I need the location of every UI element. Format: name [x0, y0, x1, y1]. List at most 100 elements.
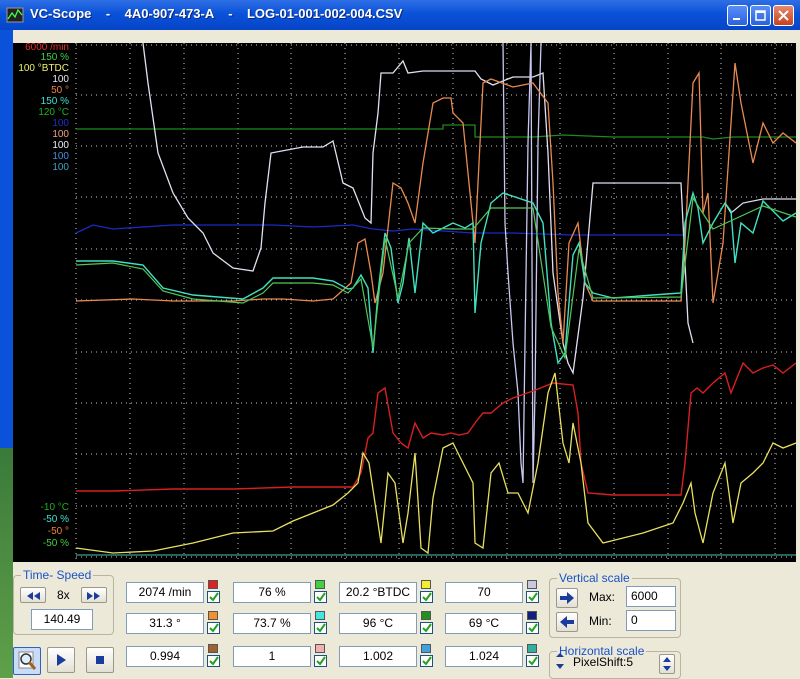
- channel-color-swatch: [527, 644, 537, 653]
- checkmark-icon: [528, 623, 538, 633]
- channel-color-swatch: [315, 611, 325, 620]
- channel-visible-checkbox[interactable]: [314, 591, 327, 603]
- pixelshift-spinner[interactable]: [659, 654, 675, 674]
- channel-value: 2074 /min: [126, 582, 204, 603]
- axis-label: -50 %: [42, 538, 69, 549]
- min-input[interactable]: 0: [626, 610, 676, 631]
- checkmark-icon: [422, 592, 432, 602]
- channel-value: 31.3 °: [126, 613, 204, 634]
- trace-coolant-temp: [76, 124, 796, 140]
- app-icon: [6, 7, 24, 23]
- checkmark-icon: [528, 656, 538, 666]
- axis-label: 100 °BTDC: [18, 63, 69, 74]
- channel-value: 70: [445, 582, 523, 603]
- desktop-wallpaper: [0, 448, 13, 678]
- axis-label: 100: [52, 140, 69, 151]
- channel-value: 0.994: [126, 646, 204, 667]
- arrow-right-icon: [560, 592, 574, 604]
- axis-label: 100: [52, 162, 69, 173]
- play-icon: [57, 654, 66, 666]
- channel-color-swatch: [421, 611, 431, 620]
- checkmark-icon: [209, 656, 219, 666]
- max-input[interactable]: 6000: [626, 586, 676, 607]
- fast-rewind-icon: [27, 592, 40, 600]
- desktop-edge: [0, 30, 13, 678]
- pixelshift-value: PixelShift:5: [573, 655, 634, 669]
- forward-button[interactable]: [81, 587, 107, 603]
- time-speed-title: Time- Speed: [21, 568, 94, 582]
- scale-down-button[interactable]: [556, 612, 578, 632]
- channel-value: 96 °C: [339, 613, 417, 634]
- control-panel: Time- Speed 8x 140.49 2074 /min 76 % 20.2 …: [13, 562, 800, 679]
- trace-white: [142, 43, 694, 376]
- arrow-left-icon: [560, 616, 574, 628]
- axis-label: 150 %: [40, 52, 69, 63]
- scope-display[interactable]: 6000 /min 150 % 100 °BTDC 100 50 ° 150 %…: [13, 43, 796, 562]
- scale-up-button[interactable]: [556, 588, 578, 608]
- channel-visible-checkbox[interactable]: [314, 655, 327, 667]
- stop-icon: [96, 656, 104, 664]
- rewind-button[interactable]: [20, 587, 46, 603]
- time-field[interactable]: 140.49: [31, 609, 93, 630]
- trace-blue: [75, 224, 683, 236]
- axis-label: 100: [52, 118, 69, 129]
- channel-color-swatch: [208, 644, 218, 653]
- channel-value: 1.024: [445, 646, 523, 667]
- minimize-button[interactable]: [727, 5, 748, 26]
- checkmark-icon: [316, 623, 326, 633]
- channel-visible-checkbox[interactable]: [420, 622, 433, 634]
- axis-label: 100: [52, 151, 69, 162]
- axis-label: -50 %: [42, 514, 69, 525]
- checkmark-icon: [528, 592, 538, 602]
- channel-color-swatch: [421, 644, 431, 653]
- axis-label: -10 °C: [40, 502, 69, 513]
- title-bar[interactable]: VC-Scope - 4A0-907-473-A - LOG-01-001-00…: [0, 0, 800, 30]
- vertical-scale-title: Vertical scale: [557, 571, 632, 585]
- channel-visible-checkbox[interactable]: [420, 655, 433, 667]
- up-down-arrows-icon: [556, 653, 564, 669]
- magnifier-icon: [18, 651, 37, 670]
- axis-label: 150 %: [40, 96, 69, 107]
- channel-color-swatch: [315, 644, 325, 653]
- checkmark-icon: [316, 656, 326, 666]
- channel-visible-checkbox[interactable]: [526, 622, 539, 634]
- minimize-icon: [733, 18, 740, 20]
- channel-visible-checkbox[interactable]: [207, 655, 220, 667]
- spinner-icon: [663, 657, 671, 671]
- zoom-button[interactable]: [13, 647, 41, 675]
- checkmark-icon: [209, 623, 219, 633]
- channel-visible-checkbox[interactable]: [526, 591, 539, 603]
- channel-color-swatch: [208, 611, 218, 620]
- play-button[interactable]: [47, 647, 75, 673]
- channel-visible-checkbox[interactable]: [314, 622, 327, 634]
- scale-left-arrow[interactable]: [554, 653, 568, 673]
- speed-value: 8x: [57, 588, 70, 602]
- channel-color-swatch: [527, 611, 537, 620]
- channel-color-swatch: [208, 580, 218, 589]
- channel-value: 1: [233, 646, 311, 667]
- channel-visible-checkbox[interactable]: [420, 591, 433, 603]
- checkmark-icon: [209, 592, 219, 602]
- maximize-button[interactable]: [750, 5, 771, 26]
- checkmark-icon: [422, 656, 432, 666]
- axis-label: 100: [52, 129, 69, 140]
- channel-visible-checkbox[interactable]: [207, 622, 220, 634]
- close-button[interactable]: [773, 5, 794, 26]
- min-label: Min:: [589, 614, 612, 628]
- window-title: VC-Scope - 4A0-907-473-A - LOG-01-001-00…: [30, 6, 403, 21]
- axis-label: 50 °: [51, 85, 69, 96]
- channel-value: 1.002: [339, 646, 417, 667]
- stop-button[interactable]: [86, 647, 114, 673]
- scope-traces: [75, 43, 796, 562]
- axis-label: 120 °C: [38, 107, 69, 118]
- channel-value: 69 °C: [445, 613, 523, 634]
- channel-value: 20.2 °BTDC: [339, 582, 417, 603]
- checkmark-icon: [316, 592, 326, 602]
- channel-visible-checkbox[interactable]: [207, 591, 220, 603]
- channel-color-swatch: [315, 580, 325, 589]
- channel-value: 73.7 %: [233, 613, 311, 634]
- close-icon: [778, 10, 789, 21]
- max-label: Max:: [589, 590, 616, 604]
- channel-visible-checkbox[interactable]: [526, 655, 539, 667]
- channel-color-swatch: [527, 580, 537, 589]
